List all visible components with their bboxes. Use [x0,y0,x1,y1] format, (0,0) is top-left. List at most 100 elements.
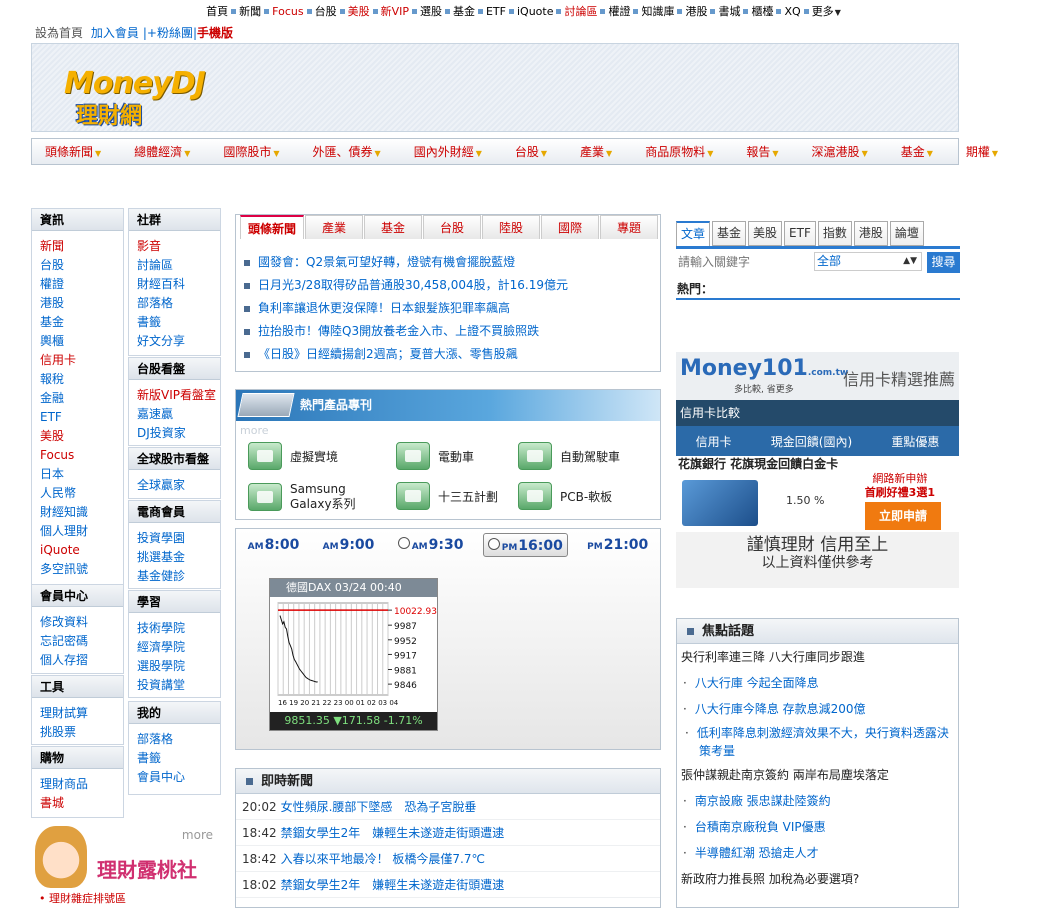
sidebar-link[interactable]: 技術學院 [129,619,220,638]
top-nav-item[interactable]: 美股 [348,3,370,19]
top-nav-item[interactable]: 新VIP [381,3,409,19]
sidebar-link[interactable]: 嘉速贏 [129,405,220,424]
product-item[interactable]: Samsung Galaxy系列 [248,482,360,512]
top-nav-item[interactable]: 討論區 [564,3,597,19]
news-tab[interactable]: 頭條新聞 [240,215,304,239]
category-menu-item[interactable]: 國內外財經 ▼ [414,143,482,160]
news-item[interactable]: 拉抬股市！傳陸Q3開放養老金入市、上證不買臉照跌 [244,320,654,343]
product-item[interactable]: PCB-軟板 [518,482,612,510]
sidebar-link[interactable]: 理財商品 [32,775,123,794]
market-time-tab[interactable]: AM9:30 [394,533,468,557]
news-tab[interactable]: 台股 [423,215,481,239]
search-tab[interactable]: ETF [784,221,816,246]
top-nav-item[interactable]: 櫃檯 [751,3,773,19]
focus-topic-link[interactable]: 八大行庫 今起全面降息 [677,670,958,696]
category-menu-item[interactable]: 頭條新聞 ▼ [45,143,101,160]
top-nav-item[interactable]: 書城 [718,3,740,19]
sidebar-link[interactable]: 挑選基金 [129,548,220,567]
news-tab[interactable]: 基金 [364,215,422,239]
sidebar-link[interactable]: 選股學院 [129,657,220,676]
sidebar-link[interactable]: 部落格 [129,730,220,749]
realtime-news-item[interactable]: 18:42 禁錮女學生2年 嫌輕生未遂遊走街頭遭逮 [236,820,660,846]
market-time-tab[interactable]: AM8:00 [244,533,304,557]
sidebar-link[interactable]: 基金健診 [129,567,220,586]
sidebar-link[interactable]: 權證 [32,275,123,294]
realtime-news-item[interactable]: 18:02 禁錮女學生2年 嫌輕生未遂遊走街頭遭逮 [236,872,660,898]
mobile-version-link[interactable]: 手機版 [197,26,233,40]
mascot-sub-link[interactable]: • 理財雜症排號區 [39,890,126,906]
top-nav-item[interactable]: 選股 [420,3,442,19]
fan-page-link[interactable]: |+粉絲團| [143,26,197,40]
sidebar-link[interactable]: Focus [32,446,123,465]
top-nav-item[interactable]: ETF [486,5,506,18]
sidebar-link[interactable]: 日本 [32,465,123,484]
focus-topic-link[interactable]: 低利率降息刺激經濟效果不大，央行資料透露決策考量 [677,722,958,762]
top-nav-item[interactable]: Focus [272,5,303,18]
category-menu-item[interactable]: 商品原物料 ▼ [645,143,713,160]
sidebar-link[interactable]: DJ投資家 [129,424,220,443]
category-menu-item[interactable]: 總體經濟 ▼ [134,143,190,160]
card-name[interactable]: 花旗銀行 花旗現金回饋白金卡 [676,456,959,472]
sidebar-link[interactable]: 理財試算 [32,704,123,723]
apply-button[interactable]: 立即申請 [865,502,941,530]
sidebar-link[interactable]: 個人存摺 [32,651,123,670]
news-item[interactable]: 日月光3/28取得矽品普通股30,458,004股，計16.19億元 [244,274,654,297]
sidebar-link[interactable]: 忘記密碼 [32,632,123,651]
news-tab[interactable]: 國際 [541,215,599,239]
product-item[interactable]: 自動駕駛車 [518,442,620,470]
focus-topic-heading[interactable]: 張仲謀親赴南京簽約 兩岸布局塵埃落定 [677,762,958,788]
sidebar-link[interactable]: 財經百科 [129,275,220,294]
sidebar-link[interactable]: 多空訊號 [32,560,123,579]
category-menu-item[interactable]: 外匯、債券 ▼ [313,143,381,160]
card-tab[interactable]: 重點優惠 [891,433,939,450]
sidebar-link[interactable]: 部落格 [129,294,220,313]
category-menu-item[interactable]: 基金 ▼ [901,143,933,160]
sidebar-link[interactable]: 個人理財 [32,522,123,541]
sidebar-link[interactable]: 輿櫃 [32,332,123,351]
sidebar-link[interactable]: 挑股票 [32,723,123,742]
card-tab[interactable]: 現金回饋(國內) [771,433,852,450]
join-member-link[interactable]: 加入會員 [91,26,139,40]
sidebar-link[interactable]: iQuote [32,541,123,560]
money101-logo[interactable]: Money101.com.tw [680,356,848,381]
product-item[interactable]: 虛擬實境 [248,442,338,470]
sidebar-link[interactable]: 港股 [32,294,123,313]
sidebar-link[interactable]: 投資講堂 [129,676,220,695]
search-tab[interactable]: 美股 [748,221,783,246]
top-nav-item[interactable]: 新聞 [239,3,261,19]
focus-topic-heading[interactable]: 新政府力推長照 加稅為必要選項? [677,866,958,892]
news-tab[interactable]: 專題 [600,215,658,239]
product-item[interactable]: 電動車 [396,442,474,470]
focus-topic-link[interactable]: 台積南京廠稅負 VIP優惠 [677,814,958,840]
focus-topic-link[interactable]: 南京設廠 張忠謀赴陸簽約 [677,788,958,814]
search-tab[interactable]: 港股 [853,221,888,246]
sidebar-link[interactable]: 全球贏家 [129,476,220,495]
sidebar-link[interactable]: 人民幣 [32,484,123,503]
news-item[interactable]: 負利率讓退休更沒保障！日本銀髮族犯罪率飆高 [244,297,654,320]
search-button[interactable]: 搜尋 [927,252,960,273]
sidebar-link[interactable]: 好文分享 [129,332,220,351]
sidebar-link[interactable]: 金融 [32,389,123,408]
search-scope-select[interactable]: ▲▼ 全部 [814,252,922,271]
sidebar-link[interactable]: 美股 [32,427,123,446]
realtime-news-item[interactable]: 18:42 入春以來平地最冷！ 板橋今晨僅7.7℃ [236,846,660,872]
sidebar-link[interactable]: 新聞 [32,237,123,256]
realtime-news-item[interactable]: 20:02 女性頻尿.腰部下墜感 恐為子宮脫垂 [236,794,660,820]
sidebar-link[interactable]: 新版VIP看盤室 [129,386,220,405]
products-more-link[interactable]: more [240,424,269,437]
focus-topic-link[interactable]: 半導體紅潮 恐搶走人才 [677,840,958,866]
sidebar-link[interactable]: 經濟學院 [129,638,220,657]
sidebar-link[interactable]: 影音 [129,237,220,256]
category-menu-item[interactable]: 期權 ▼ [966,143,998,160]
search-input[interactable] [676,252,814,272]
top-nav-item[interactable]: 台股 [315,3,337,19]
sidebar-link[interactable]: 信用卡 [32,351,123,370]
set-homepage-link[interactable]: 設為首頁 [35,26,83,40]
top-nav-item[interactable]: iQuote [517,5,554,18]
category-menu-item[interactable]: 產業 ▼ [580,143,612,160]
market-time-tab[interactable]: PM21:00 [583,533,652,557]
top-nav-item[interactable]: 權證 [608,3,630,19]
product-item[interactable]: 十三五計劃 [396,482,498,510]
mascot-more-link[interactable]: more [182,828,213,842]
sidebar-link[interactable]: 財經知識 [32,503,123,522]
